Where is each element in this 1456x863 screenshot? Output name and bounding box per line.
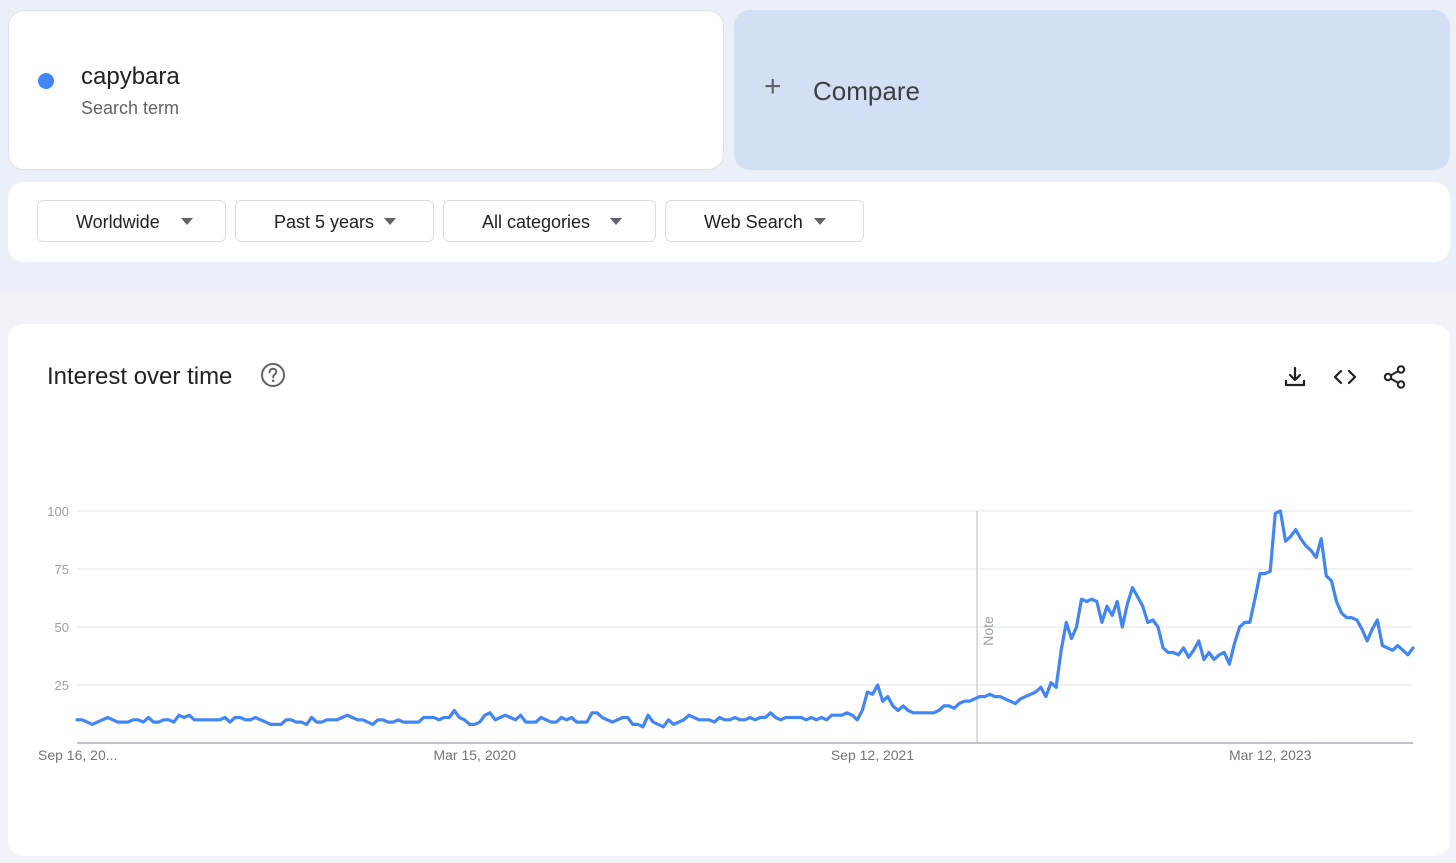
y-tick-label: 100 <box>47 504 69 519</box>
x-tick-label: Mar 12, 2023 <box>1229 747 1312 763</box>
x-tick-label: Sep 12, 2021 <box>831 747 915 763</box>
compare-label: Compare <box>813 76 920 106</box>
chevron-down-icon <box>610 218 622 225</box>
time-range-filter-label: Past 5 years <box>274 212 375 232</box>
chevron-down-icon <box>384 218 396 225</box>
line-chart: 25 50 75 100 Note Sep 16, 20... Mar 15, 2020 Se… <box>38 504 1415 763</box>
y-tick-label: 25 <box>55 678 69 693</box>
y-tick-label: 50 <box>55 620 69 635</box>
x-tick-label: Sep 16, 20... <box>38 747 117 763</box>
region-filter[interactable]: Worldwide <box>37 200 226 242</box>
y-tick-label: 75 <box>55 562 69 577</box>
search-term-subtitle: Search term <box>81 98 180 118</box>
search-term-name[interactable]: capybara <box>81 63 180 91</box>
interest-over-time-card: Interest over time 25 50 75 100 Note Sep 16, … <box>8 324 1450 856</box>
search-term-card[interactable]: capybara Search term <box>8 10 724 170</box>
x-tick-label: Mar 15, 2020 <box>433 747 516 763</box>
category-filter[interactable]: All categories <box>443 200 656 242</box>
chevron-down-icon <box>181 218 193 225</box>
filter-bar: Worldwide Past 5 years All categories We… <box>8 182 1450 262</box>
note-annotation: Note <box>980 616 996 646</box>
time-range-filter[interactable]: Past 5 years <box>235 200 434 242</box>
search-type-filter-label: Web Search <box>704 212 803 232</box>
series-color-dot <box>38 73 54 89</box>
region-filter-label: Worldwide <box>76 212 160 232</box>
chevron-down-icon <box>814 218 826 225</box>
search-type-filter[interactable]: Web Search <box>665 200 864 242</box>
series-line <box>75 509 1415 729</box>
compare-button[interactable]: + Compare <box>734 10 1450 170</box>
plus-icon: + <box>764 70 782 103</box>
category-filter-label: All categories <box>482 212 591 232</box>
